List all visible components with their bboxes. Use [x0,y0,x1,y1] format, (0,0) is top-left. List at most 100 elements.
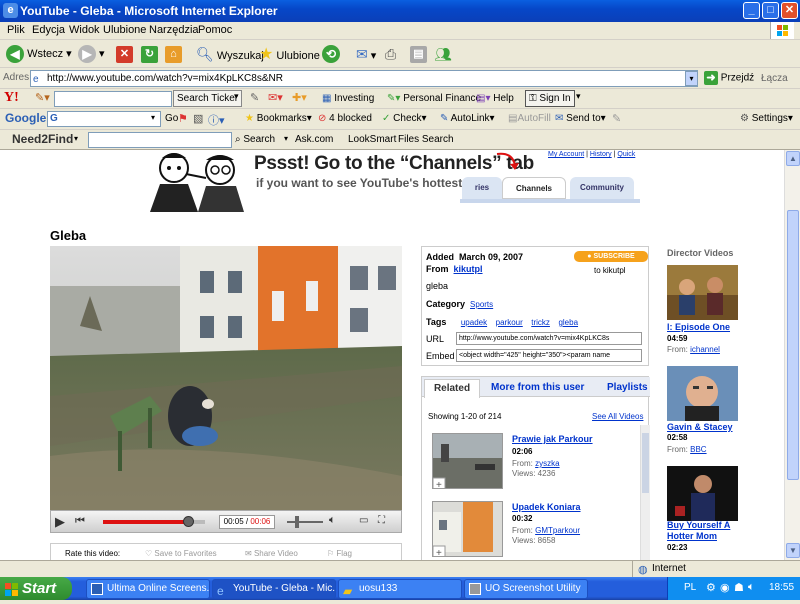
need2find-logo[interactable]: Need2Find [12,132,73,146]
yahoo-search-input[interactable] [54,91,172,107]
messenger-button[interactable]: 👥︎ [434,44,452,65]
menu-edit[interactable]: Edycja [32,24,65,36]
tab-more-from-user[interactable]: More from this user [491,382,584,393]
related-uploader-link[interactable]: GMTparkour [535,526,580,535]
small-screen-icon[interactable]: ▭ [359,515,368,526]
uploader-link[interactable]: kikutpl [454,264,483,274]
save-favorites-link[interactable]: ♡ Save to Favorites [145,549,217,558]
bookmarks-button[interactable]: ★ Bookmarks▾ [245,110,312,128]
menu-help[interactable]: Pomoc [198,24,232,36]
related-scroll-thumb[interactable] [642,433,649,493]
clock[interactable]: 18:55 [769,582,794,593]
info-icon[interactable]: ⓘ▾ [208,112,225,128]
address-dropdown[interactable]: ▾ [685,71,698,86]
related-thumb[interactable]: + [432,433,503,489]
tray-icon[interactable]: ⚙ [706,581,716,594]
pencil-icon[interactable]: ✎▾ [35,91,50,104]
progress-handle[interactable] [182,516,194,527]
search-ticker-button[interactable]: Search Ticker [173,90,243,107]
title-bar[interactable]: e YouTube - Gleba - Microsoft Internet E… [0,0,800,22]
share-video-link[interactable]: ✉ Share Video [245,549,298,558]
news-icon[interactable]: ⚑ [178,112,188,125]
send-to-button[interactable]: ✉ Send to▾ [555,110,606,128]
rewind-icon[interactable]: ⏮ [75,515,85,528]
back-button[interactable]: ◀ Wstecz ▾ [6,44,72,65]
category-link[interactable]: Sports [470,300,493,309]
scroll-thumb[interactable] [787,210,799,480]
scroll-down-arrow[interactable]: ▼ [786,543,800,558]
maximize-button[interactable]: □ [762,2,779,19]
refresh-button[interactable]: ↻ [141,44,158,65]
speaker-icon[interactable]: 🔈︎ [329,514,336,527]
tab-community[interactable]: Community [570,177,634,199]
spellcheck-button[interactable]: ✓ Check▾ [382,110,427,128]
task-uosu133-folder[interactable]: ▰ uosu133 [338,579,462,599]
need2find-search-input[interactable] [88,132,232,148]
yahoo-logo[interactable]: Y! [4,90,19,106]
director-title[interactable]: Buy Yourself A Hotter Mom [667,520,742,542]
start-button[interactable]: Start [0,577,72,600]
forward-button[interactable]: ▶ ▾ [78,44,105,65]
volume-slider[interactable] [287,521,323,523]
director-thumb[interactable] [667,366,738,421]
related-uploader-link[interactable]: zyszka [535,459,559,468]
close-button[interactable]: ✕ [781,2,798,19]
history-link[interactable]: History [590,151,612,158]
menu-tools[interactable]: Narzędzia [149,24,199,36]
scroll-up-arrow[interactable]: ▲ [786,151,800,166]
video-player[interactable] [50,246,402,510]
progress-track[interactable] [103,516,205,527]
menu-view[interactable]: Widok [69,24,100,36]
director-title[interactable]: l: Episode One [667,322,730,332]
menu-favorites[interactable]: Ulubione [103,24,146,36]
personal-finance-button[interactable]: ✎▾ Personal Finance [387,90,481,108]
volume-icon[interactable]: 🔈︎ [748,581,755,594]
sign-in-button[interactable]: ⚿ Sign In [525,90,575,107]
tray-icon[interactable]: ◉ [720,581,730,594]
google-logo[interactable]: Google [5,111,46,125]
director-thumb[interactable] [667,265,738,320]
embed-field[interactable]: <object width="425" height="350"><param … [456,349,642,362]
tab-categories[interactable]: ries [462,177,502,199]
task-uo-screenshot[interactable]: UO Screenshot Utility [464,579,588,599]
settings-button[interactable]: ⚙ Settings▾ [740,110,793,128]
director-channel-link[interactable]: BBC [690,445,706,454]
help-button[interactable]: ▤▾ Help [476,90,514,108]
banner-headline[interactable]: Pssst! Go to the “Channels” tab [254,153,534,175]
tab-playlists[interactable]: Playlists [607,382,648,393]
need2find-search-button[interactable]: ⌕ Search [235,131,275,149]
language-indicator[interactable]: PL [684,582,696,593]
print-button[interactable]: ⎙ [385,44,396,65]
related-title[interactable]: Prawie jak Parkour [512,434,593,444]
subscribe-button[interactable]: ● SUBSCRIBE [574,251,648,262]
minimize-button[interactable]: _ [743,2,760,19]
tab-channels[interactable]: Channels [502,177,566,199]
mail-alert-icon[interactable]: ✉▾ [268,91,283,104]
looksmart-button[interactable]: LookSmart [348,131,396,149]
flag-link[interactable]: ⚐ Flag [327,549,352,558]
google-go-button[interactable]: Go [165,110,178,128]
highlighter-icon[interactable]: ✎ [612,112,621,125]
task-ultima-online[interactable]: Ultima Online Screens... [86,579,210,599]
autolink-button[interactable]: ✎ AutoLink▾ [440,110,495,128]
menu-file[interactable]: Plik [7,24,25,36]
go-button[interactable]: ➜ Przejdź [704,71,754,85]
fullscreen-icon[interactable]: ⛶ [378,515,385,526]
mail-button[interactable]: ✉ ▾ [356,44,376,65]
links-label[interactable]: Łącza [761,73,788,84]
address-input[interactable]: e http://www.youtube.com/watch?v=mix4KpL… [30,70,698,87]
autofill-button[interactable]: ▤AutoFill [508,110,551,128]
see-all-videos-link[interactable]: See All Videos [592,412,643,421]
tag-link[interactable]: upadek [461,318,487,327]
url-field[interactable]: http://www.youtube.com/watch?v=mix4KpLKC… [456,332,642,345]
stop-button[interactable]: ✕ [116,44,133,65]
search-button[interactable]: 🔍︎ Wyszukaj [196,44,264,65]
favorites-button[interactable]: ★ Ulubione [259,44,320,65]
my-account-link[interactable]: My Account [548,151,584,158]
search-dropdown[interactable]: ▾ [284,134,288,143]
tab-related[interactable]: Related [424,379,480,398]
home-button[interactable]: ⌂ [165,44,182,65]
ask-button[interactable]: Ask.com [295,131,333,149]
pagerank-icon[interactable]: ▧ [193,112,203,125]
play-icon[interactable]: ▶ [55,514,65,530]
